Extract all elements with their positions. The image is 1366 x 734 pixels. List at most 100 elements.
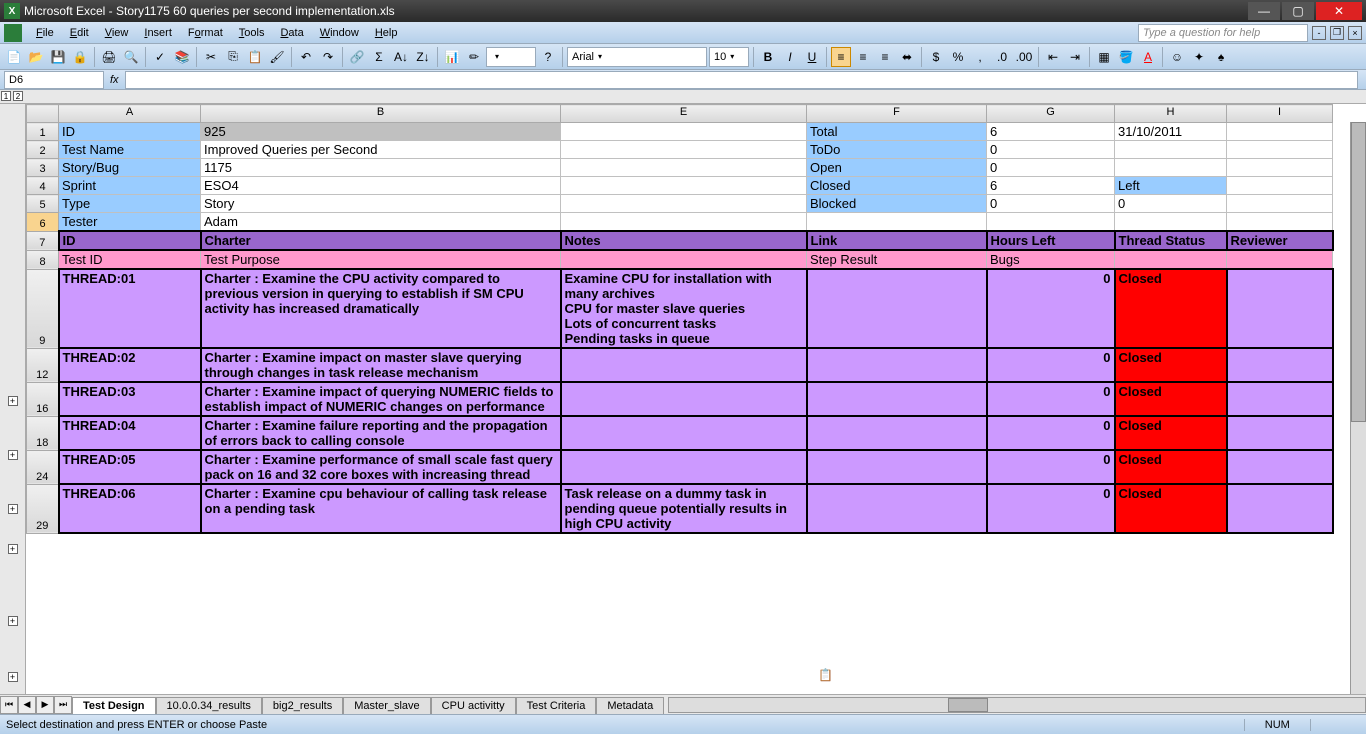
save-icon[interactable]: 💾 [48,47,68,67]
col-header[interactable]: E [561,105,807,123]
inc-indent-icon[interactable]: ⇥ [1065,47,1085,67]
help-search-box[interactable]: Type a question for help [1138,24,1308,42]
chart-icon[interactable]: 📊 [442,47,462,67]
menu-data[interactable]: Data [272,25,311,41]
open-icon[interactable]: 📂 [26,47,46,67]
name-box[interactable]: D6 [4,71,104,89]
cut-icon[interactable]: ✂ [201,47,221,67]
print-icon[interactable]: 🖨 [99,47,119,67]
col-header[interactable]: G [987,105,1115,123]
menu-window[interactable]: Window [312,25,367,41]
menu-tools[interactable]: Tools [231,25,273,41]
col-header[interactable]: I [1227,105,1333,123]
star-icon[interactable]: ✦ [1189,47,1209,67]
align-right-icon[interactable]: ≡ [875,47,895,67]
tab-prev[interactable]: ◀ [18,696,36,714]
sheet-tab[interactable]: 10.0.0.34_results [156,697,262,714]
permission-icon[interactable]: 🔒 [70,47,90,67]
inc-decimal-icon[interactable]: .0 [992,47,1012,67]
merge-icon[interactable]: ⬌ [897,47,917,67]
italic-icon[interactable]: I [780,47,800,67]
currency-icon[interactable]: $ [926,47,946,67]
outline-header: 1 2 [0,90,1366,104]
preview-icon[interactable]: 🔍 [121,47,141,67]
outline-expand[interactable]: + [8,616,18,626]
spell-icon[interactable]: ✓ [150,47,170,67]
hyperlink-icon[interactable]: 🔗 [347,47,367,67]
col-header[interactable]: A [59,105,201,123]
dec-decimal-icon[interactable]: .00 [1014,47,1034,67]
vertical-scrollbar[interactable] [1350,122,1366,694]
comma-icon[interactable]: , [970,47,990,67]
doc-minimize[interactable]: - [1312,26,1326,40]
sheet-tab[interactable]: Test Criteria [516,697,597,714]
horizontal-scrollbar[interactable] [668,697,1366,713]
align-left-icon[interactable]: ≡ [831,47,851,67]
copy-icon[interactable]: ⎘ [223,47,243,67]
select-all[interactable] [27,105,59,123]
autosum-icon[interactable]: Σ [369,47,389,67]
format-painter-icon[interactable]: 🖌 [267,47,287,67]
zoom-dropdown[interactable]: ▾ [486,47,536,67]
paste-options-icon[interactable]: 📋 [818,668,833,682]
col-header[interactable]: F [807,105,987,123]
menu-edit[interactable]: Edit [62,25,97,41]
formula-bar[interactable] [125,71,1358,89]
app-icon[interactable] [4,24,22,42]
outline-expand[interactable]: + [8,450,18,460]
font-color-icon[interactable]: A [1138,47,1158,67]
sort-desc-icon[interactable]: Z↓ [413,47,433,67]
sheet-tab[interactable]: CPU activitty [431,697,516,714]
fontsize-dropdown[interactable]: 10▾ [709,47,749,67]
menu-format[interactable]: Format [180,25,231,41]
col-header[interactable]: B [201,105,561,123]
undo-icon[interactable]: ↶ [296,47,316,67]
spreadsheet-grid[interactable]: A B E F G H I 1ID925Total631/10/2011 2Te… [26,104,1366,694]
dec-indent-icon[interactable]: ⇤ [1043,47,1063,67]
col-header[interactable]: H [1115,105,1227,123]
emoji-icon[interactable]: ☺ [1167,47,1187,67]
borders-icon[interactable]: ▦ [1094,47,1114,67]
paste-icon[interactable]: 📋 [245,47,265,67]
font-dropdown[interactable]: Arial▾ [567,47,707,67]
new-icon[interactable]: 📄 [4,47,24,67]
align-center-icon[interactable]: ≡ [853,47,873,67]
outline-expand[interactable]: + [8,544,18,554]
sheet-tabs-row: ⏮ ◀ ▶ ⏭ Test Design10.0.0.34_resultsbig2… [0,694,1366,714]
fill-color-icon[interactable]: 🪣 [1116,47,1136,67]
menu-insert[interactable]: Insert [136,25,180,41]
sheet-tab[interactable]: Test Design [72,697,156,714]
outline-expand[interactable]: + [8,504,18,514]
drawing-icon[interactable]: ✏ [464,47,484,67]
sort-asc-icon[interactable]: A↓ [391,47,411,67]
titlebar: X Microsoft Excel - Story1175 60 queries… [0,0,1366,22]
outline-level-1[interactable]: 1 [1,91,11,101]
outline-expand[interactable]: + [8,672,18,682]
outline-level-2[interactable]: 2 [13,91,23,101]
close-button[interactable]: ✕ [1316,2,1362,20]
outline-expand[interactable]: + [8,396,18,406]
status-message: Select destination and press ENTER or ch… [6,719,267,731]
spade-icon[interactable]: ♠ [1211,47,1231,67]
tab-next[interactable]: ▶ [36,696,54,714]
underline-icon[interactable]: U [802,47,822,67]
doc-close[interactable]: × [1348,26,1362,40]
fx-icon[interactable]: fx [110,74,119,86]
menubar: File Edit View Insert Format Tools Data … [0,22,1366,44]
menu-help[interactable]: Help [367,25,406,41]
tab-last[interactable]: ⏭ [54,696,72,714]
percent-icon[interactable]: % [948,47,968,67]
doc-restore[interactable]: ❐ [1330,26,1344,40]
sheet-tab[interactable]: big2_results [262,697,343,714]
sheet-tab[interactable]: Master_slave [343,697,430,714]
sheet-tab[interactable]: Metadata [596,697,664,714]
menu-file[interactable]: File [28,25,62,41]
bold-icon[interactable]: B [758,47,778,67]
maximize-button[interactable]: ▢ [1282,2,1314,20]
minimize-button[interactable]: — [1248,2,1280,20]
tab-first[interactable]: ⏮ [0,696,18,714]
help-icon[interactable]: ? [538,47,558,67]
menu-view[interactable]: View [97,25,137,41]
redo-icon[interactable]: ↷ [318,47,338,67]
research-icon[interactable]: 📚 [172,47,192,67]
